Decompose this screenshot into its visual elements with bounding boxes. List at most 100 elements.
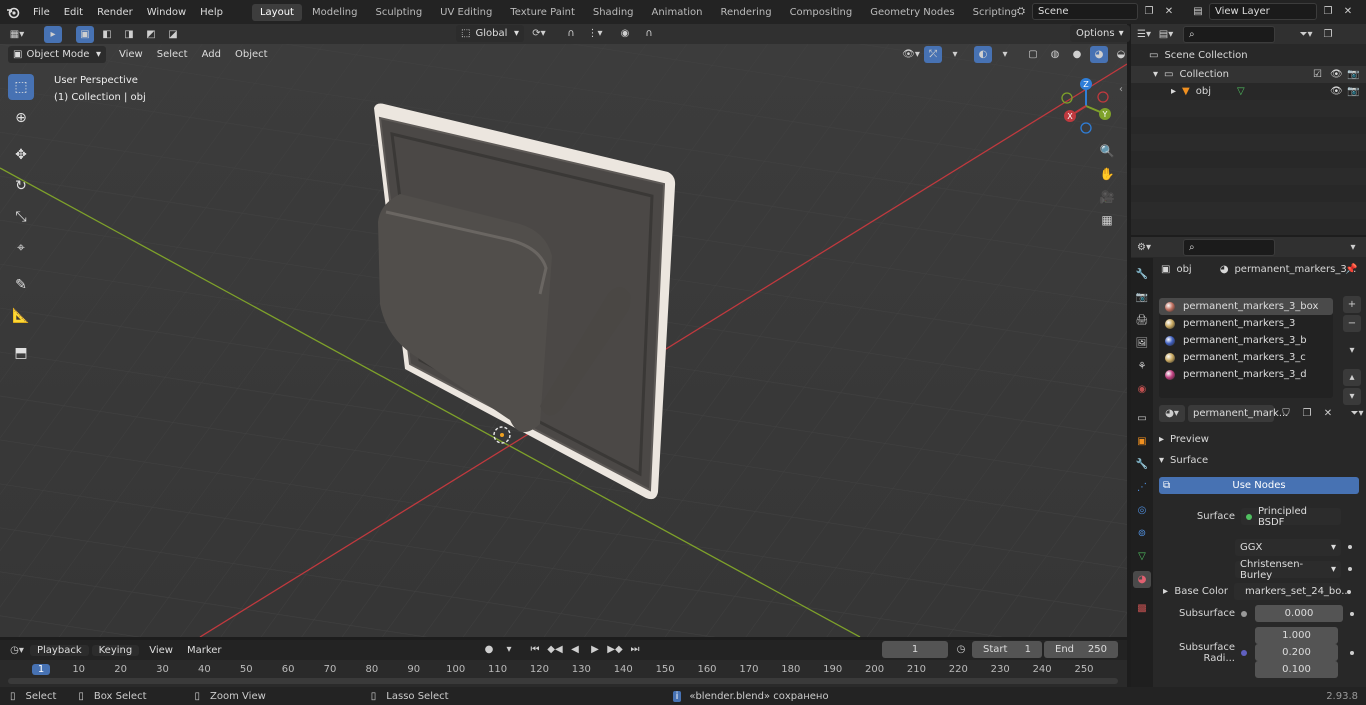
editor-type-icon[interactable]: ▦▾ — [8, 26, 26, 43]
menu-file[interactable]: File — [26, 7, 57, 18]
next-keyframe-icon[interactable]: ▶◆ — [606, 641, 624, 658]
outliner-editor-type-icon[interactable]: ☰▾ — [1135, 26, 1153, 43]
tab-sculpting[interactable]: Sculpting — [367, 4, 430, 21]
pivot-point-icon[interactable]: ⟳▾ — [530, 25, 548, 42]
surface-shader-field[interactable]: Principled BSDF — [1241, 506, 1341, 528]
material-name-field[interactable]: permanent_mark... — [1188, 405, 1288, 422]
new-scene-icon[interactable]: ❐ — [1140, 3, 1158, 20]
texture-tab-icon[interactable]: ▩ — [1133, 600, 1151, 617]
timeline-menu-playback[interactable]: Playback — [30, 644, 89, 656]
tab-texture-paint[interactable]: Texture Paint — [502, 4, 583, 21]
modifier-tab-icon[interactable]: 🔧 — [1133, 456, 1151, 473]
tab-compositing[interactable]: Compositing — [782, 4, 861, 21]
visibility-eye-icon[interactable]: 👁▾ — [902, 46, 920, 63]
duplicate-material-icon[interactable]: ❐ — [1298, 405, 1316, 422]
camera-view-icon[interactable]: 🎥 — [1098, 188, 1116, 205]
link-dropdown-icon[interactable]: ⏷▾ — [1348, 405, 1366, 422]
tab-geometry-nodes[interactable]: Geometry Nodes — [862, 4, 962, 21]
end-frame-field[interactable]: End 250 — [1044, 641, 1118, 658]
gizmo-toggle-icon[interactable]: ⤱ — [924, 46, 942, 63]
current-frame-field[interactable]: 1 — [882, 641, 948, 658]
timeline-scrollbar[interactable] — [8, 678, 1118, 684]
shading-material-icon[interactable]: ◕ — [1090, 46, 1108, 63]
select-mode-invert-icon[interactable]: ◩ — [142, 26, 160, 43]
outliner-search-input[interactable]: ⌕ — [1183, 25, 1275, 43]
viewport-menu-view[interactable]: View — [112, 49, 150, 60]
add-cube-tool[interactable]: ⬒ — [8, 340, 34, 366]
start-frame-field[interactable]: Start 1 — [972, 641, 1042, 658]
output-tab-icon[interactable]: 🖨 — [1133, 312, 1151, 329]
move-slot-down-icon[interactable]: ▾ — [1343, 388, 1361, 405]
shading-solid-icon[interactable]: ● — [1068, 46, 1086, 63]
snap-icon[interactable]: ∩ — [562, 25, 580, 42]
add-material-slot-icon[interactable]: + — [1343, 296, 1361, 313]
zoom-view-icon[interactable]: 🔍 — [1098, 142, 1116, 159]
base-color-field[interactable]: markers_set_24_bo... — [1234, 583, 1351, 600]
select-mode-extend-icon[interactable]: ◧ — [98, 26, 116, 43]
material-slot-item[interactable]: permanent_markers_3_d — [1159, 366, 1333, 383]
viewport-menu-object[interactable]: Object — [228, 49, 275, 60]
physics-tab-icon[interactable]: ◎ — [1133, 502, 1151, 519]
tab-modeling[interactable]: Modeling — [304, 4, 366, 21]
rotate-tool[interactable]: ↻ — [8, 173, 34, 199]
tab-uv-editing[interactable]: UV Editing — [432, 4, 500, 21]
shading-wireframe-icon[interactable]: ◍ — [1046, 46, 1064, 63]
expand-arrow-icon[interactable]: ▾ — [1153, 69, 1158, 80]
menu-edit[interactable]: Edit — [57, 7, 90, 18]
camera-icon[interactable]: 📷 — [1347, 69, 1359, 80]
keyframe-dot[interactable] — [1350, 611, 1354, 616]
object-mode-dropdown[interactable]: ▣ Object Mode ▾ — [8, 45, 106, 63]
keyframe-dot[interactable] — [1348, 545, 1352, 549]
viewport-menu-select[interactable]: Select — [150, 49, 195, 60]
browse-material-icon[interactable]: ◕▾ — [1159, 405, 1185, 422]
3d-viewport[interactable]: User Perspective (1) Collection | obj ⬚ … — [0, 44, 1127, 637]
material-slot-item[interactable]: permanent_markers_3 — [1159, 315, 1333, 332]
proportional-editing-icon[interactable]: ◉ — [616, 25, 634, 42]
view-layer-selector-icon[interactable]: ▤ — [1189, 3, 1207, 20]
shading-rendered-icon[interactable]: ◒ — [1112, 46, 1130, 63]
menu-help[interactable]: Help — [193, 7, 230, 18]
camera-icon[interactable]: 📷 — [1347, 86, 1359, 97]
remove-material-slot-icon[interactable]: − — [1343, 315, 1361, 332]
material-specials-icon[interactable]: ▾ — [1343, 342, 1361, 359]
scene-tab-icon[interactable]: ⚘ — [1133, 358, 1151, 375]
timeline-menu-view[interactable]: View — [142, 645, 180, 656]
use-nodes-button[interactable]: ⧉ Use Nodes — [1159, 477, 1359, 494]
timeline-menu-keying[interactable]: Keying — [91, 644, 140, 656]
move-slot-up-icon[interactable]: ▴ — [1343, 369, 1361, 386]
select-box-tool[interactable]: ⬚ — [8, 74, 34, 100]
blender-logo-icon[interactable] — [0, 4, 26, 21]
navigation-gizmo[interactable]: Z Y X — [1054, 74, 1118, 138]
viewport-menu-add[interactable]: Add — [195, 49, 228, 60]
timeline-editor-type-icon[interactable]: ◷▾ — [8, 642, 26, 659]
xray-toggle-icon[interactable]: ▢ — [1024, 46, 1042, 63]
transform-orientation-dropdown[interactable]: ⬚ Global ▾ — [456, 25, 524, 42]
subsurface-radius-z[interactable]: 0.100 — [1255, 661, 1338, 678]
keyframe-dot[interactable] — [1347, 589, 1352, 594]
new-collection-icon[interactable]: ❐ — [1319, 26, 1337, 43]
properties-search-input[interactable]: ⌕ — [1183, 238, 1275, 256]
tab-animation[interactable]: Animation — [644, 4, 711, 21]
timeline-menu-marker[interactable]: Marker — [180, 645, 229, 656]
overlay-toggle-icon[interactable]: ◐ — [974, 46, 992, 63]
annotate-tool[interactable]: ✎ — [8, 272, 34, 298]
jump-end-icon[interactable]: ⏭ — [626, 641, 644, 658]
snap-target-icon[interactable]: ⋮▾ — [586, 25, 604, 42]
outliner-collection-row[interactable]: ▾ ▭ Collection ☑ 👁 📷 — [1131, 66, 1366, 83]
gizmo-dropdown-icon[interactable]: ▾ — [946, 46, 964, 63]
scene-field[interactable]: Scene — [1032, 3, 1138, 20]
filter-icon[interactable]: ⏷▾ — [1297, 26, 1315, 43]
timeline-ruler[interactable]: 1 10 20 30 40 50 60 70 80 90 100 110 120 130 140 150 160… — [0, 660, 1127, 687]
tab-shading[interactable]: Shading — [585, 4, 642, 21]
checkbox-icon[interactable]: ☑ — [1313, 69, 1322, 80]
preview-range-icon[interactable]: ◷ — [952, 641, 970, 658]
subsurface-method-dropdown[interactable]: Christensen-Burley ▾ — [1235, 559, 1341, 581]
proportional-falloff-icon[interactable]: ∩ — [640, 25, 658, 42]
collection-tab-icon[interactable]: ▭ — [1133, 410, 1151, 427]
overlay-dropdown-icon[interactable]: ▾ — [996, 46, 1014, 63]
outliner-scene-collection[interactable]: ▭ Scene Collection — [1149, 50, 1248, 61]
render-tab-icon[interactable]: 📷 — [1133, 289, 1151, 306]
outliner-object-row[interactable]: ▸ ▼ obj ▽ 👁 📷 — [1131, 83, 1366, 100]
material-slot-item[interactable]: permanent_markers_3_box — [1159, 298, 1333, 315]
select-mode-intersect-icon[interactable]: ◪ — [164, 26, 182, 43]
